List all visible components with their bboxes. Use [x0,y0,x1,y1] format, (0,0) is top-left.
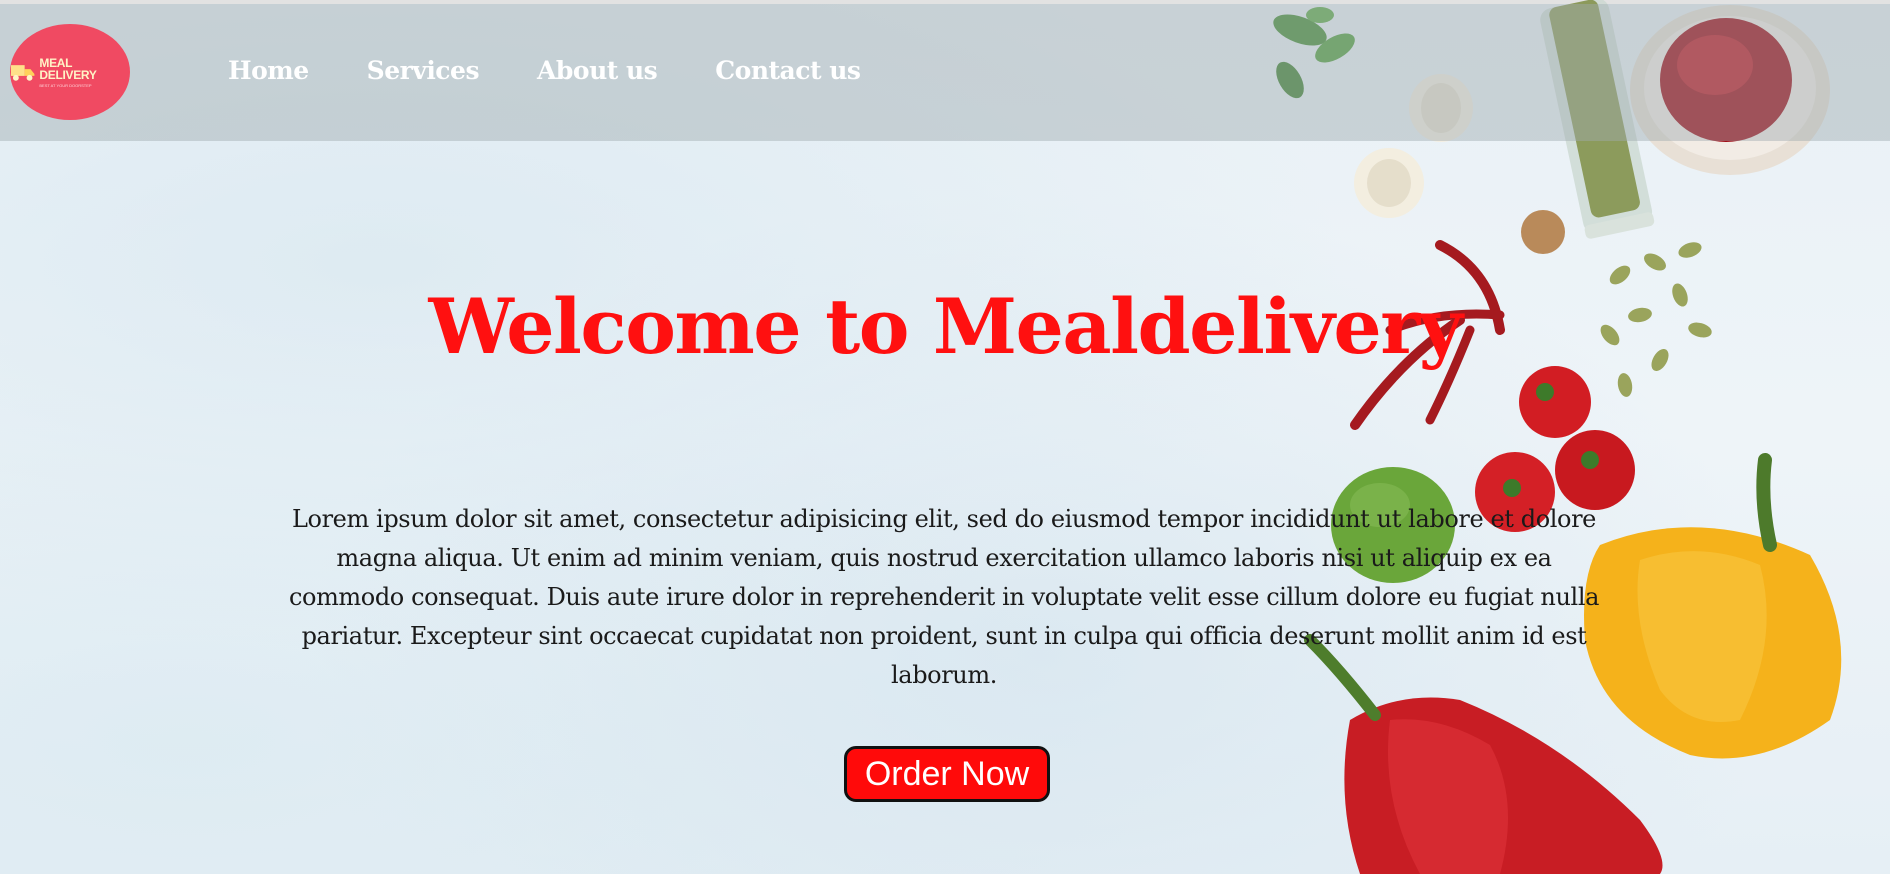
logo-tagline: BEST AT YOUR DOORSTEP [39,82,92,88]
logo-title: MEAL DELIVERY [39,55,97,82]
nav-home[interactable]: Home [228,56,309,85]
cork [1521,210,1565,254]
nav-services[interactable]: Services [367,56,480,85]
logo-text: MEAL DELIVERY BEST AT YOUR DOORSTEP [39,57,130,88]
yellow-pepper [1584,453,1842,759]
site-header: MEAL DELIVERY BEST AT YOUR DOORSTEP Home… [0,4,1890,141]
nav-contact-us[interactable]: Contact us [715,56,861,85]
main-nav: Home Services About us Contact us [228,56,918,85]
order-now-button[interactable]: Order Now [844,746,1050,802]
truck-icon [10,65,35,81]
logo-content: MEAL DELIVERY BEST AT YOUR DOORSTEP [10,57,130,88]
hero-title: Welcome to Mealdelivery [428,282,1463,371]
page: MEAL DELIVERY BEST AT YOUR DOORSTEP Home… [0,0,1890,874]
hero-description: Lorem ipsum dolor sit amet, consectetur … [288,505,1600,689]
nav-about-us[interactable]: About us [537,56,658,85]
logo[interactable]: MEAL DELIVERY BEST AT YOUR DOORSTEP [10,24,130,120]
